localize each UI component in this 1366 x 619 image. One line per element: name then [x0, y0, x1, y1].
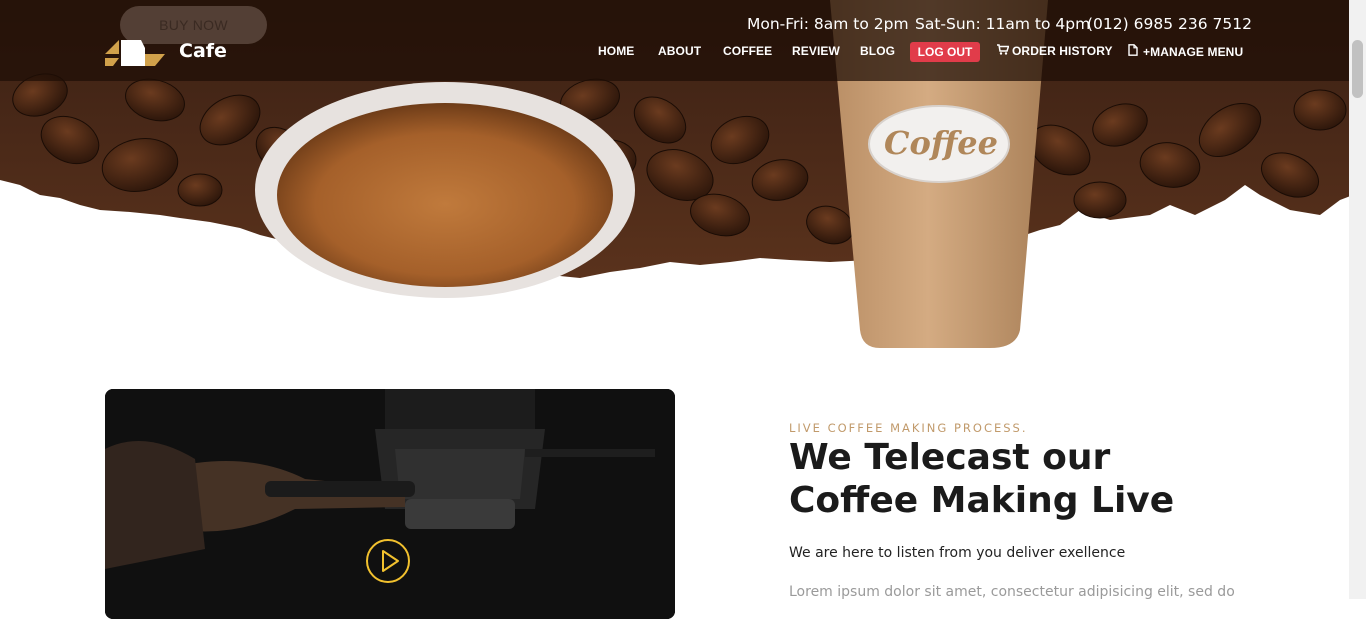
- nav-about[interactable]: ABOUT: [658, 44, 701, 58]
- nav-review[interactable]: REVIEW: [792, 44, 840, 58]
- section-body-text: Lorem ipsum dolor sit amet, consectetur …: [789, 584, 1235, 600]
- hours-weekday: Mon-Fri: 8am to 2pm: [747, 15, 909, 33]
- cart-icon: [997, 44, 1010, 58]
- nav-order-history[interactable]: ORDER HISTORY: [997, 44, 1113, 58]
- nav-manage-menu[interactable]: +MANAGE MENU: [1128, 44, 1243, 59]
- cup-label: Coffee: [884, 124, 998, 162]
- logout-button[interactable]: LOG OUT: [910, 42, 980, 62]
- play-icon[interactable]: [365, 538, 411, 584]
- page-scrollbar[interactable]: [1349, 0, 1366, 599]
- nav-coffee[interactable]: COFFEE: [723, 44, 772, 58]
- main-nav: HOME ABOUT COFFEE REVIEW BLOG LOG OUT OR…: [0, 42, 1366, 64]
- phone-number[interactable]: (012) 6985 236 7512: [1087, 15, 1252, 33]
- nav-manage-menu-label: +MANAGE MENU: [1143, 45, 1244, 59]
- video-thumbnail: [105, 389, 675, 619]
- section-tagline: We are here to listen from you deliver e…: [789, 545, 1126, 561]
- nav-home[interactable]: HOME: [598, 44, 634, 58]
- scrollbar-thumb[interactable]: [1352, 40, 1363, 98]
- nav-order-history-label: ORDER HISTORY: [1012, 44, 1113, 58]
- headline-line-2: Coffee Making Live: [789, 480, 1175, 521]
- section-eyebrow: LIVE COFFEE MAKING PROCESS.: [789, 421, 1028, 435]
- live-video-card[interactable]: [105, 389, 675, 619]
- document-icon: [1128, 44, 1140, 59]
- nav-blog[interactable]: BLOG: [860, 44, 895, 58]
- section-headline: We Telecast our Coffee Making Live: [789, 436, 1249, 522]
- headline-line-1: We Telecast our: [789, 437, 1111, 478]
- hours-weekend: Sat-Sun: 11am to 4pm: [915, 15, 1091, 33]
